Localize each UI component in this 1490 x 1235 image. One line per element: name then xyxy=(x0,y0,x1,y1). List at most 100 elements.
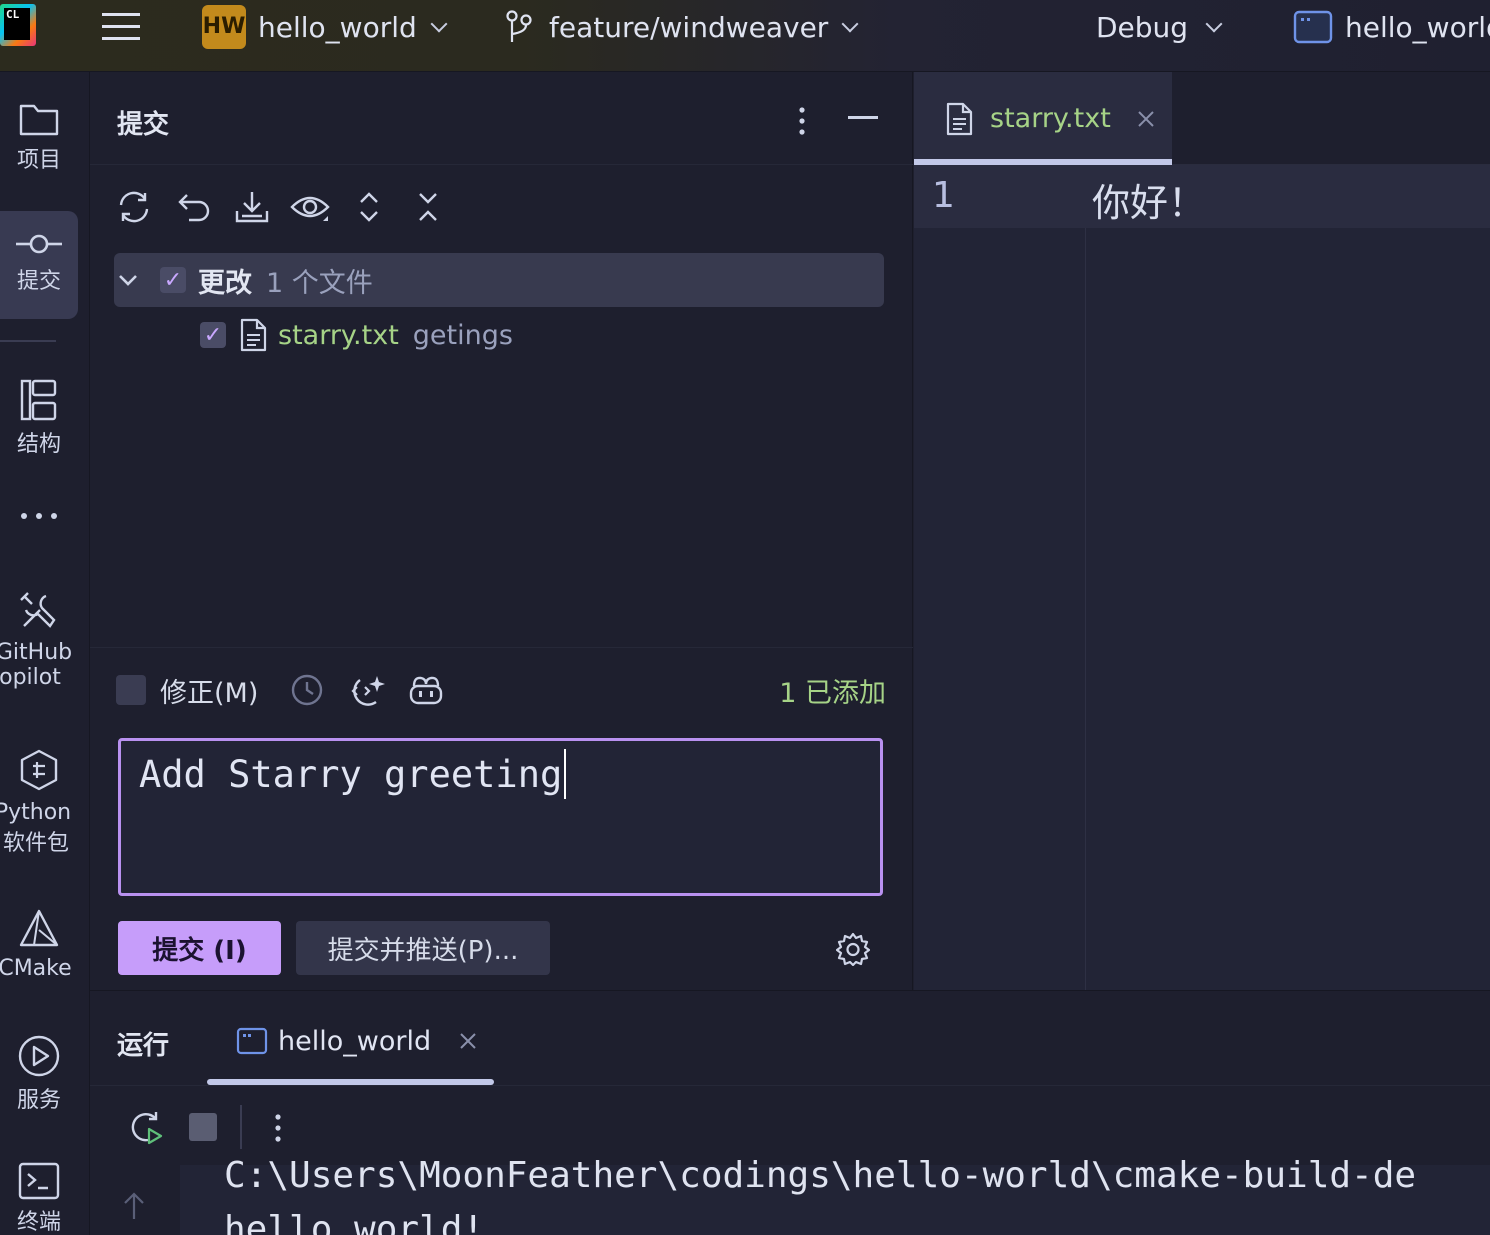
more-horizontal-icon xyxy=(21,513,57,519)
cmake-triangle-icon xyxy=(19,909,59,947)
stripe-item-github-copilot[interactable]: GitHub opilot xyxy=(0,590,78,690)
clion-logo-icon[interactable]: CL xyxy=(0,4,36,46)
stripe-label: opilot xyxy=(0,665,61,690)
editor-gutter xyxy=(914,165,1086,990)
changed-file-row[interactable]: ✓ starry.txt getings xyxy=(200,317,513,353)
download-icon xyxy=(235,192,269,223)
changed-file-name: starry.txt xyxy=(278,319,399,351)
stripe-item-python-packages[interactable]: Python 软件包 xyxy=(0,748,78,857)
run-config-window-icon xyxy=(1293,10,1333,44)
terminal-icon xyxy=(18,1162,60,1200)
run-tool-window: 运行 hello_world C:\Users\MoonFeather\codi… xyxy=(90,990,1490,1235)
commit-message-input[interactable]: Add Starry greeting xyxy=(118,738,883,896)
stripe-label: GitHub xyxy=(0,640,73,665)
collapse-all-icon xyxy=(419,193,437,221)
run-tab-hello-world[interactable]: hello_world xyxy=(236,1021,477,1061)
stripe-item-services[interactable]: 服务 xyxy=(0,1034,78,1114)
close-icon[interactable] xyxy=(459,1032,477,1050)
expand-all-icon xyxy=(360,192,378,222)
editor-tab-bar: starry.txt xyxy=(914,72,1490,165)
rerun-icon xyxy=(131,1112,163,1145)
rerun-button[interactable] xyxy=(128,1109,164,1149)
stripe-label: 软件包 xyxy=(2,831,69,856)
stripe-label: 服务 xyxy=(16,1088,61,1113)
stripe-divider xyxy=(0,340,56,342)
undo-icon xyxy=(178,194,210,222)
show-diff-button[interactable] xyxy=(290,187,330,227)
commit-tool-window: 提交 ✓ 更改 1 个文件 ✓ starry.txt getings 修正(M)… xyxy=(90,72,913,990)
python-packages-icon xyxy=(20,749,58,791)
stop-button[interactable] xyxy=(189,1113,217,1141)
toolbar-separator xyxy=(240,1105,242,1149)
main-menu-button[interactable] xyxy=(102,0,140,54)
branch-selector[interactable]: feature/windweaver xyxy=(505,0,859,54)
stripe-label: 提交 xyxy=(16,269,61,294)
tool-window-stripe: 项目 提交 结构 GitHub opilot Python 软件包 CMake … xyxy=(0,72,90,1235)
editor-line-text[interactable]: 你好！ xyxy=(1092,172,1206,227)
stripe-item-commit[interactable]: 提交 xyxy=(0,211,78,319)
stripe-more-button[interactable] xyxy=(0,510,78,544)
stripe-label: CMake xyxy=(0,956,72,981)
eye-icon xyxy=(290,196,330,221)
text-caret xyxy=(564,748,567,799)
rollback-button[interactable] xyxy=(174,187,214,227)
run-target-selector[interactable]: hello_world xyxy=(1293,0,1490,54)
scroll-up-button[interactable] xyxy=(122,1191,146,1225)
ai-generate-icon[interactable] xyxy=(348,672,386,708)
panel-divider xyxy=(90,647,913,648)
changelist-name: getings xyxy=(412,319,513,351)
amend-label[interactable]: 修正(M) xyxy=(160,671,258,710)
copilot-icon[interactable] xyxy=(408,674,444,706)
stripe-item-project[interactable]: 项目 xyxy=(0,100,78,174)
stripe-item-terminal[interactable]: 终端 xyxy=(0,1162,78,1235)
run-tab-label: hello_world xyxy=(278,1025,432,1057)
expand-all-button[interactable] xyxy=(349,187,389,227)
commit-and-push-button[interactable]: 提交并推送(P)... xyxy=(296,921,550,975)
gear-icon xyxy=(835,932,871,967)
close-icon[interactable] xyxy=(1137,110,1155,128)
history-clock-icon[interactable] xyxy=(290,673,324,707)
panel-divider xyxy=(90,1085,1490,1086)
amend-checkbox[interactable] xyxy=(116,675,146,705)
stripe-item-cmake[interactable]: CMake xyxy=(0,908,78,981)
commit-message-text: Add Starry greeting xyxy=(139,753,563,796)
changes-group-label: 更改 xyxy=(198,267,252,299)
file-checkbox[interactable]: ✓ xyxy=(200,322,226,348)
stripe-label: 结构 xyxy=(16,432,61,457)
tools-icon xyxy=(20,592,56,628)
project-selector[interactable]: HW hello_world xyxy=(202,0,448,54)
git-branch-icon xyxy=(506,10,532,42)
panel-divider xyxy=(90,164,913,165)
build-config-selector[interactable]: Debug xyxy=(1096,0,1223,54)
commit-options-row: 修正(M) 1 已添加 xyxy=(116,670,886,710)
structure-icon xyxy=(20,379,57,421)
update-project-button[interactable] xyxy=(232,187,272,227)
branch-name: feature/windweaver xyxy=(549,10,829,44)
services-play-icon xyxy=(18,1035,60,1077)
changes-group-row[interactable]: ✓ 更改 1 个文件 xyxy=(114,253,884,307)
run-target-name: hello_world xyxy=(1345,10,1490,44)
console-line: hello world! xyxy=(224,1209,485,1235)
collapse-all-button[interactable] xyxy=(408,187,448,227)
line-number: 1 xyxy=(932,175,955,216)
editor-tab-starry[interactable]: starry.txt xyxy=(914,72,1172,165)
stripe-label: 项目 xyxy=(16,148,61,173)
text-file-icon xyxy=(946,102,973,135)
commit-settings-button[interactable] xyxy=(835,932,871,970)
chevron-down-icon xyxy=(430,15,448,33)
editor-area: starry.txt 1 你好！ xyxy=(914,72,1490,990)
changes-file-count: 1 个文件 xyxy=(266,267,373,299)
chevron-down-icon[interactable] xyxy=(118,273,138,287)
folder-icon xyxy=(19,104,59,136)
refresh-button[interactable] xyxy=(114,187,154,227)
commit-icon xyxy=(16,234,62,254)
run-options-button[interactable] xyxy=(274,1113,282,1147)
hamburger-menu-icon xyxy=(102,13,140,40)
commit-button[interactable]: 提交 (I) xyxy=(118,921,281,975)
minimize-panel-button[interactable] xyxy=(848,116,878,119)
refresh-icon xyxy=(119,191,149,223)
commit-panel-title: 提交 xyxy=(117,110,170,140)
stripe-item-structure[interactable]: 结构 xyxy=(0,378,78,458)
options-menu-button[interactable] xyxy=(798,106,806,140)
changes-group-checkbox[interactable]: ✓ xyxy=(160,267,186,293)
